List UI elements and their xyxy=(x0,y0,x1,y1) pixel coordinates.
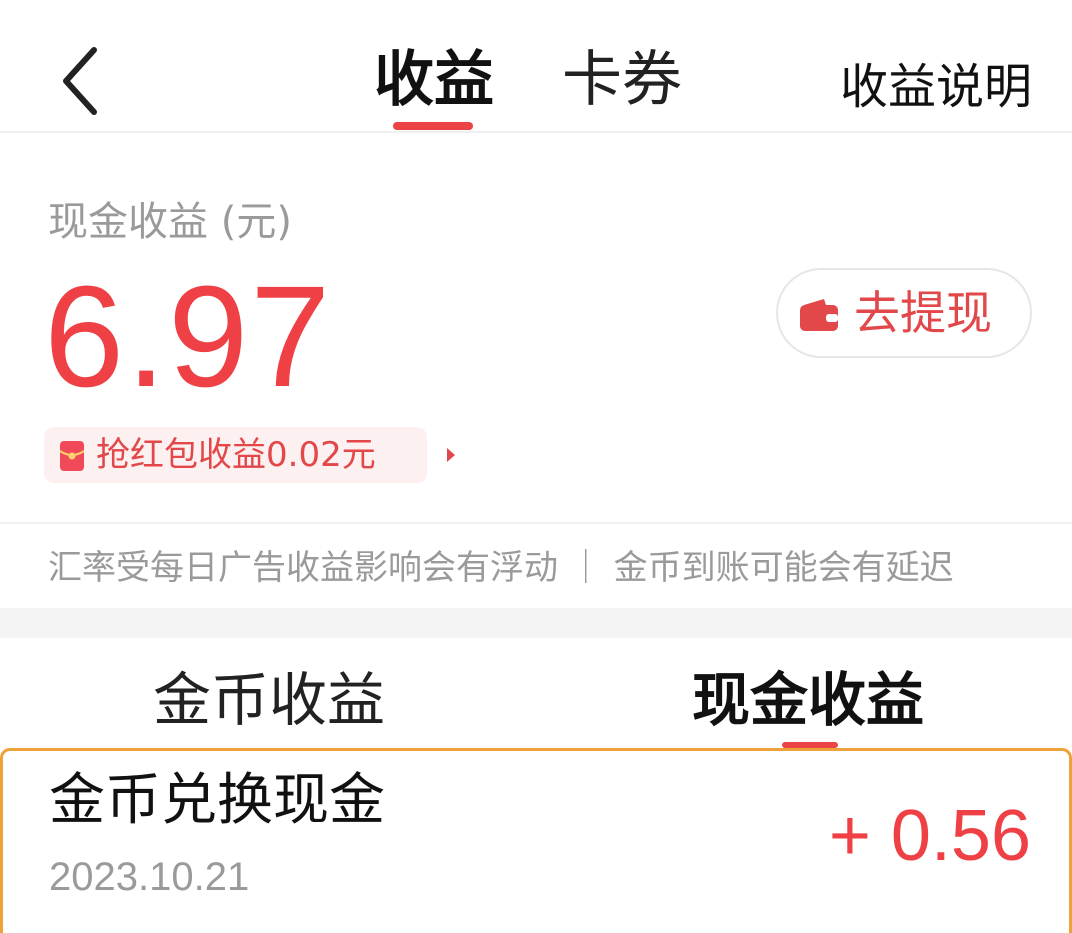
redpacket-earnings-chip[interactable]: 抢红包收益0.02元 xyxy=(44,427,455,483)
chevron-left-icon xyxy=(63,47,97,115)
withdraw-label: 去提现 xyxy=(854,286,992,340)
section-gap xyxy=(0,608,1072,638)
tab-active-indicator xyxy=(393,122,473,130)
cash-balance-label: 现金收益 (元) xyxy=(48,199,292,245)
tab-earnings[interactable]: 收益 xyxy=(374,40,494,120)
exchange-rate-notice: 汇率受每日广告收益影响会有浮动 ｜ 金币到账可能会有延迟 xyxy=(48,548,954,588)
wallet-icon xyxy=(800,299,838,331)
record-title: 金币兑换现金 xyxy=(49,768,385,833)
caret-right-icon xyxy=(447,448,455,462)
record-amount: + 0.56 xyxy=(828,796,1031,876)
tab-cash-earnings[interactable]: 现金收益 xyxy=(692,664,924,736)
tab-coin-earnings[interactable]: 金币收益 xyxy=(153,664,385,736)
red-envelope-icon xyxy=(60,441,84,471)
list-item[interactable]: 金币兑换现金 2023.10.21 + 0.56 xyxy=(0,748,1072,933)
redpacket-earnings-label: 抢红包收益0.02元 xyxy=(96,435,376,475)
withdraw-button[interactable]: 去提现 xyxy=(776,268,1032,358)
section-divider xyxy=(0,522,1072,524)
top-nav-bar: 收益 卡券 收益说明 xyxy=(0,0,1072,133)
record-date: 2023.10.21 xyxy=(49,855,250,899)
earnings-page: 收益 卡券 收益说明 现金收益 (元) 6.97 去提现 抢红包收益0.02元 … xyxy=(0,0,1072,933)
tab-coupons[interactable]: 卡券 xyxy=(562,40,682,120)
earnings-help-link[interactable]: 收益说明 xyxy=(840,52,1032,122)
cash-balance-value: 6.97 xyxy=(44,256,333,417)
back-button[interactable] xyxy=(48,36,118,126)
